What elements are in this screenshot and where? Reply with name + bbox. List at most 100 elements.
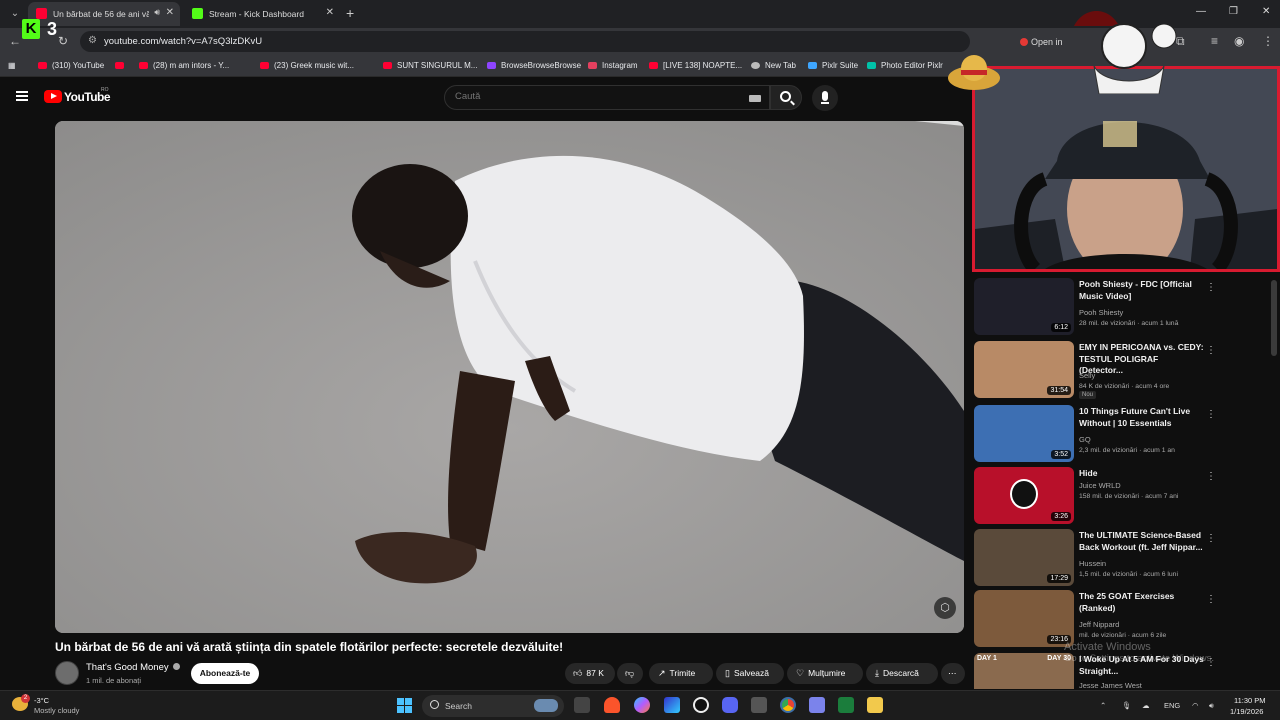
- quality-settings-icon[interactable]: ⬡: [934, 597, 956, 619]
- task-view-icon[interactable]: [574, 697, 590, 713]
- brave-browser-icon[interactable]: [604, 697, 620, 713]
- video-thumbnail[interactable]: 6:12: [974, 278, 1074, 335]
- teams-icon[interactable]: [809, 697, 825, 713]
- like-button[interactable]: 👍︎ 87 K: [565, 663, 615, 684]
- video-thumbnail[interactable]: 3:52: [974, 405, 1074, 462]
- recommendation-title[interactable]: Pooh Shiesty - FDC [Official Music Video…: [1079, 279, 1204, 302]
- taskbar-search[interactable]: Search: [422, 695, 564, 717]
- recommendation-item[interactable]: 31:54 EMY IN PERICOANA vs. CEDY: TESTUL …: [974, 341, 1270, 399]
- video-player[interactable]: ⬡: [55, 121, 964, 633]
- video-thumbnail[interactable]: DAY 1 DAY 30: [974, 653, 1074, 689]
- edge-browser-icon[interactable]: [664, 697, 680, 713]
- chrome-browser-icon[interactable]: [780, 697, 796, 713]
- new-tab-button[interactable]: +: [346, 5, 354, 21]
- youtube-logo-icon[interactable]: [44, 90, 62, 103]
- back-icon[interactable]: ←: [9, 34, 21, 48]
- recommendation-channel[interactable]: Juice WRLD: [1079, 481, 1121, 490]
- calculator-icon[interactable]: [751, 697, 767, 713]
- recommendation-title[interactable]: 10 Things Future Can't Live Without | 10…: [1079, 406, 1204, 429]
- address-bar[interactable]: ⚙ youtube.com/watch?v=A7sQ3lzDKvU: [80, 31, 970, 52]
- discord-icon[interactable]: [722, 697, 738, 713]
- video-thumbnail[interactable]: 17:29: [974, 529, 1074, 586]
- weather-temperature[interactable]: -3°C: [34, 696, 49, 705]
- bookmark-item[interactable]: (23) Greek music wit...: [260, 61, 354, 70]
- volume-icon[interactable]: 🔊︎: [1209, 701, 1214, 711]
- recommendation-channel[interactable]: Hussein: [1079, 559, 1106, 568]
- recommendation-title[interactable]: EMY IN PERICOANA vs. CEDY: TESTUL POLIGR…: [1079, 342, 1204, 377]
- recommendation-channel[interactable]: Jeff Nippard: [1079, 620, 1119, 629]
- bookmark-item[interactable]: SUNT SINGURUL M...: [383, 61, 477, 70]
- menu-kebab-icon[interactable]: ⋮: [1262, 34, 1274, 48]
- recommendation-title[interactable]: The ULTIMATE Science-Based Back Workout …: [1079, 530, 1204, 553]
- bookmark-item[interactable]: [LIVE 138] NOAPTE...: [649, 61, 742, 70]
- bookmark-item[interactable]: Photo Editor Pixlr: [867, 61, 943, 70]
- recommendation-item[interactable]: 3:26 Hide Juice WRLD 158 mil. de vizionă…: [974, 467, 1270, 525]
- close-tab-icon[interactable]: ✕: [166, 7, 174, 18]
- tray-network-icon[interactable]: ☁: [1142, 701, 1150, 710]
- bookmark-item[interactable]: BrowseBrowseBrowse: [487, 61, 581, 70]
- weather-condition[interactable]: Mostly cloudy: [34, 706, 79, 715]
- video-thumbnail[interactable]: 31:54: [974, 341, 1074, 398]
- bookmark-item[interactable]: (28) m am intors - Y...: [139, 61, 229, 70]
- profile-avatar[interactable]: ◉: [1234, 34, 1244, 48]
- search-button[interactable]: [770, 85, 802, 110]
- recommendation-item[interactable]: 17:29 The ULTIMATE Science-Based Back Wo…: [974, 529, 1270, 587]
- subscribe-button[interactable]: Abonează-te: [191, 663, 259, 684]
- search-box[interactable]: [444, 85, 770, 110]
- more-actions-button[interactable]: ⋯: [941, 663, 965, 684]
- tab-kick-dashboard[interactable]: Stream - Kick Dashboard ✕: [184, 2, 340, 26]
- reload-icon[interactable]: ↻: [58, 34, 68, 48]
- search-input[interactable]: [455, 91, 735, 102]
- tray-mic-icon[interactable]: 🎙︎: [1122, 701, 1132, 710]
- more-options-icon[interactable]: ⋮: [1206, 409, 1216, 420]
- restore-icon[interactable]: ❐: [1229, 6, 1238, 17]
- recommendation-channel[interactable]: Jesse James West: [1079, 681, 1142, 689]
- more-options-icon[interactable]: ⋮: [1206, 594, 1216, 605]
- download-button[interactable]: ⤓ Descarcă: [866, 663, 938, 684]
- sidebar-scrollbar[interactable]: [1271, 280, 1277, 356]
- recommendation-channel[interactable]: GQ: [1079, 435, 1091, 444]
- channel-avatar[interactable]: [55, 661, 79, 685]
- apps-grid-icon[interactable]: ▦: [8, 61, 16, 70]
- bookmark-item[interactable]: [115, 61, 129, 70]
- hamburger-menu-icon[interactable]: [16, 91, 28, 101]
- more-options-icon[interactable]: ⋮: [1206, 533, 1216, 544]
- share-button[interactable]: ↗ Trimite: [649, 663, 713, 684]
- speaker-icon[interactable]: 🔊︎: [154, 7, 160, 18]
- bookmark-item[interactable]: New Tab: [751, 61, 796, 70]
- recommendation-title[interactable]: The 25 GOAT Exercises (Ranked): [1079, 591, 1204, 614]
- more-options-icon[interactable]: ⋮: [1206, 345, 1216, 356]
- voice-search-button[interactable]: [812, 85, 838, 111]
- more-options-icon[interactable]: ⋮: [1206, 471, 1216, 482]
- open-in-app-button[interactable]: Open in: [1020, 37, 1063, 47]
- bookmark-item[interactable]: (310) YouTube: [38, 61, 104, 70]
- clock-date[interactable]: 1/19/2026: [1230, 707, 1263, 716]
- recommendation-channel[interactable]: Selly: [1079, 371, 1095, 380]
- recommendation-title[interactable]: Hide: [1079, 468, 1204, 480]
- windows-start-icon[interactable]: [397, 698, 412, 713]
- obs-studio-icon[interactable]: [693, 697, 709, 713]
- more-options-icon[interactable]: ⋮: [1206, 282, 1216, 293]
- file-explorer-icon[interactable]: [867, 697, 883, 713]
- language-indicator[interactable]: ENG: [1164, 701, 1180, 710]
- channel-name[interactable]: That's Good Money: [86, 662, 180, 673]
- media-controls-icon[interactable]: ≡: [1211, 34, 1218, 48]
- save-button[interactable]: ▯ Salvează: [716, 663, 784, 684]
- clock-time[interactable]: 11:30 PM: [1234, 696, 1266, 705]
- video-thumbnail[interactable]: 23:16: [974, 590, 1074, 647]
- wifi-icon[interactable]: ◠: [1192, 701, 1199, 710]
- copilot-icon[interactable]: [634, 697, 650, 713]
- minimize-icon[interactable]: —: [1196, 6, 1206, 17]
- keyboard-icon[interactable]: [749, 95, 761, 102]
- close-tab-icon[interactable]: ✕: [326, 7, 334, 18]
- vegas-editor-icon[interactable]: [838, 697, 854, 713]
- recommendation-channel[interactable]: Pooh Shiesty: [1079, 308, 1123, 317]
- bookmark-item[interactable]: Pixlr Suite: [808, 61, 858, 70]
- recommendation-item[interactable]: 23:16 The 25 GOAT Exercises (Ranked) Jef…: [974, 590, 1270, 648]
- thanks-button[interactable]: ♡ Mulțumire: [787, 663, 863, 684]
- video-thumbnail[interactable]: 3:26: [974, 467, 1074, 524]
- dislike-button[interactable]: 👎︎: [617, 663, 643, 684]
- bookmark-item[interactable]: Instagram: [588, 61, 638, 70]
- site-info-icon[interactable]: ⚙: [88, 35, 97, 46]
- tray-chevron-icon[interactable]: ⌃: [1100, 701, 1106, 710]
